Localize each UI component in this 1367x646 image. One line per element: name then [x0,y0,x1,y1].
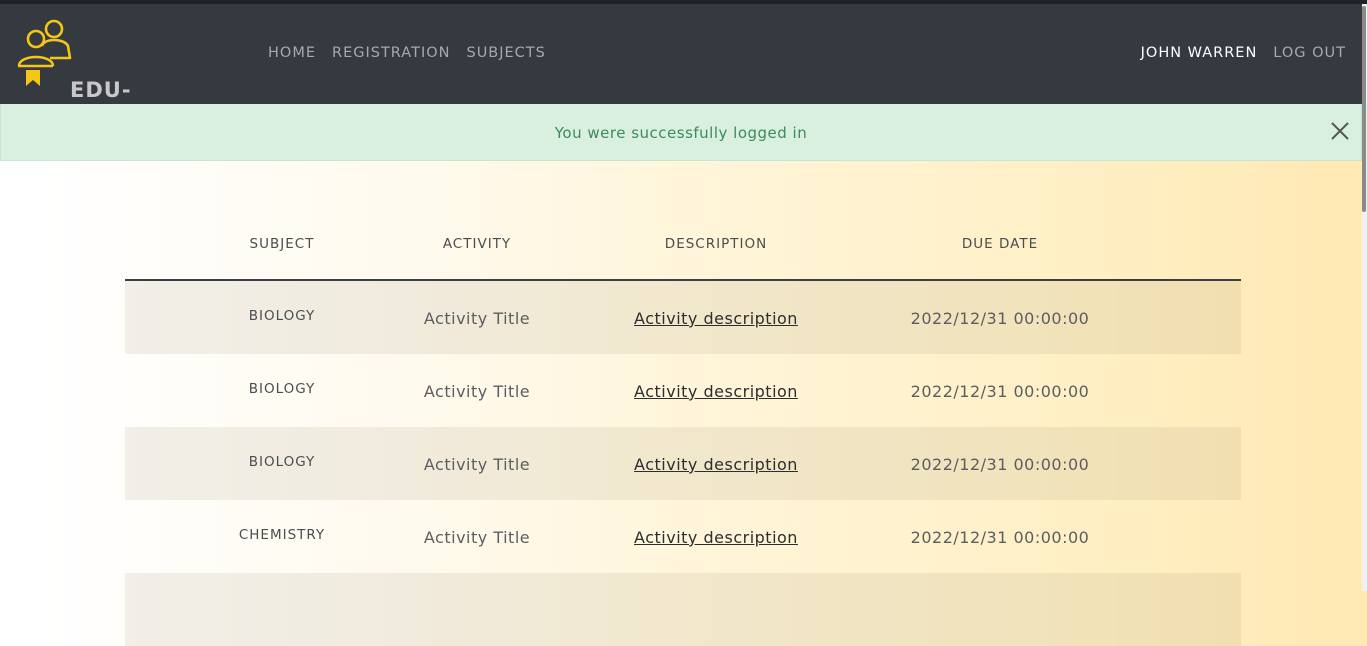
brand-logo[interactable]: EDU-BOARD [14,16,214,126]
cell-due-date: 2022/12/31 00:00:00 [910,382,1090,401]
cell-activity: Activity Title [423,309,531,328]
header-subject: SUBJECT [249,236,315,252]
activities-table: SUBJECT ACTIVITY DESCRIPTION DUE DATE BI… [125,230,1241,646]
table-header: SUBJECT ACTIVITY DESCRIPTION DUE DATE [125,230,1241,281]
description-link[interactable]: Activity description [634,455,798,474]
table-row: BIOLOGY Activity Title Activity descript… [125,354,1241,427]
cell-due-date: 2022/12/31 00:00:00 [910,455,1090,474]
main-nav: HOME REGISTRATION SUBJECTS [268,45,546,61]
cell-due-date: 2022/12/31 00:00:00 [910,309,1090,328]
header-description: DESCRIPTION [664,236,768,252]
cell-due-date: 2022/12/31 00:00:00 [910,528,1090,547]
nav-home[interactable]: HOME [268,45,316,61]
table-row: CHEMISTRY Activity Title Activity descri… [125,500,1241,573]
description-link[interactable]: Activity description [634,382,798,401]
cell-subject: BIOLOGY [248,454,316,470]
nav-subjects[interactable]: SUBJECTS [466,45,545,61]
table-row: BIOLOGY Activity Title Activity descript… [125,427,1241,500]
user-nav: JOHN WARREN LOG OUT [1141,45,1346,61]
cell-subject: BIOLOGY [248,381,316,397]
scrollbar-thumb[interactable] [1362,6,1366,212]
logout-link[interactable]: LOG OUT [1273,45,1346,61]
close-icon[interactable] [1330,121,1350,141]
header-activity: ACTIVITY [442,236,512,252]
success-alert: You were successfully logged in [0,104,1362,161]
description-link[interactable]: Activity description [634,309,798,328]
nav-registration[interactable]: REGISTRATION [332,45,450,61]
table-row [125,573,1241,646]
header-due-date: DUE DATE [961,236,1039,252]
cell-activity: Activity Title [423,455,531,474]
description-link[interactable]: Activity description [634,528,798,547]
cell-subject: BIOLOGY [248,308,316,324]
table-row: BIOLOGY Activity Title Activity descript… [125,281,1241,354]
navbar: EDU-BOARD HOME REGISTRATION SUBJECTS JOH… [0,4,1362,126]
cell-activity: Activity Title [423,382,531,401]
alert-message: You were successfully logged in [554,124,808,142]
user-name[interactable]: JOHN WARREN [1141,45,1258,61]
users-badge-icon [17,19,72,86]
cell-subject: CHEMISTRY [238,527,326,543]
cell-activity: Activity Title [423,528,531,547]
